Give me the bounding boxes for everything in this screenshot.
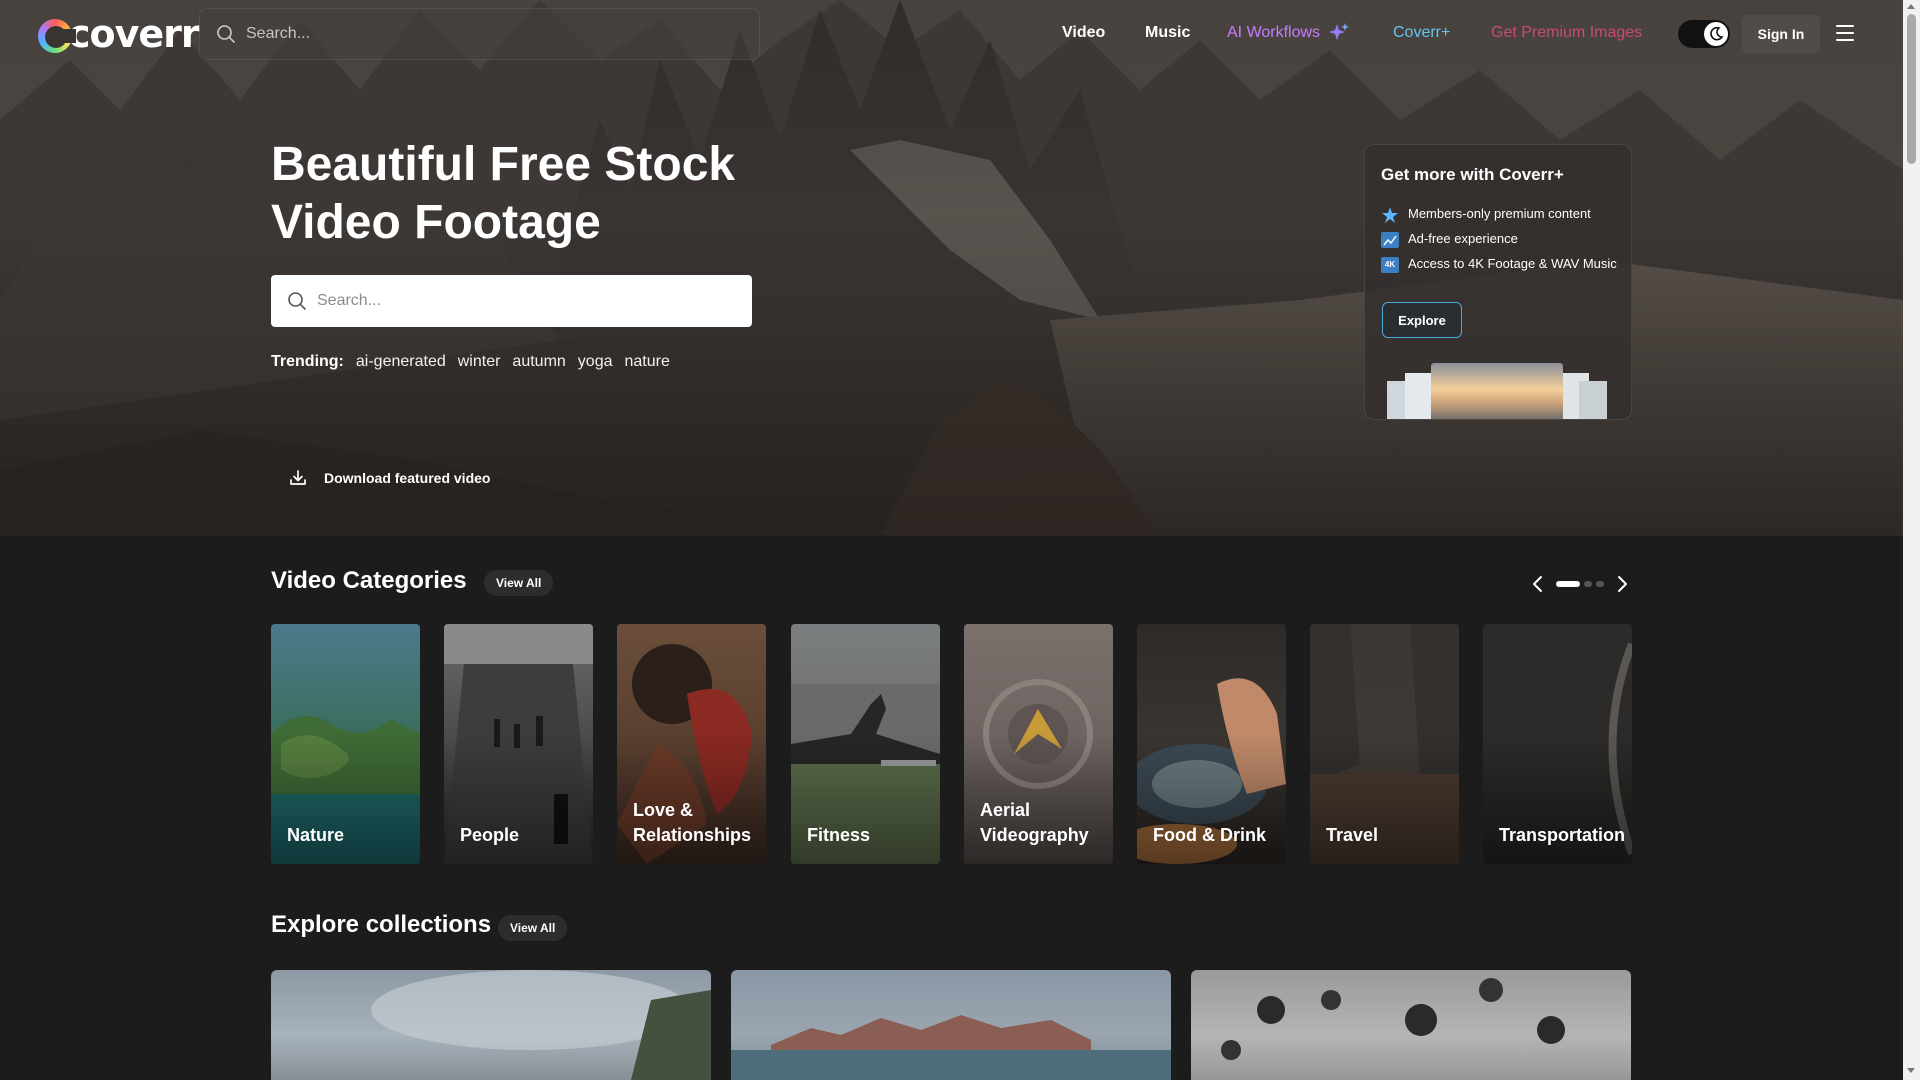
category-label: Food & Drink — [1153, 825, 1266, 845]
category-card-travel[interactable]: Travel — [1310, 624, 1459, 864]
coverr-plus-promo-card: Get more with Coverr+ Members-only premi… — [1364, 144, 1632, 420]
scrollbar-thumb[interactable] — [1907, 14, 1916, 164]
categories-carousel-nav — [1530, 572, 1630, 596]
promo-item-text: Access to 4K Footage & WAV Music — [1408, 256, 1617, 271]
coverr-logo[interactable]: coverr — [38, 12, 200, 56]
hero-title-line1: Beautiful Free Stock — [271, 138, 736, 191]
scroll-up-arrow-icon[interactable] — [1907, 4, 1915, 9]
video-categories-title: Video Categories — [271, 567, 467, 594]
top-navigation: coverr Video Music AI Workflows Coverr+ … — [0, 0, 1903, 68]
nav-coverr-plus[interactable]: Coverr+ — [1393, 24, 1450, 42]
sparkles-icon — [1329, 23, 1350, 40]
category-label: Fitness — [807, 825, 871, 845]
category-card-food-drink[interactable]: Food & Drink — [1137, 624, 1286, 864]
nav-ai-workflows-label: AI Workflows — [1227, 24, 1321, 41]
hero-title-line2: Video Footage — [271, 196, 601, 249]
categories-view-all-button[interactable]: View All — [484, 570, 554, 596]
category-label: People — [460, 825, 520, 845]
trending-tag[interactable]: yoga — [578, 353, 613, 371]
promo-item-text: Ad-free experience — [1408, 231, 1518, 246]
search-icon — [288, 292, 306, 310]
theme-toggle[interactable] — [1678, 20, 1730, 48]
4k-icon: 4K — [1381, 257, 1399, 273]
chevron-left-icon[interactable] — [1530, 574, 1546, 594]
promo-preview-thumbnails — [1387, 363, 1607, 419]
collection-thumbnail — [1221, 978, 1565, 1060]
trending-label: Trending: — [271, 353, 344, 370]
hamburger-menu-icon[interactable] — [1836, 25, 1854, 41]
category-card-people[interactable]: People — [444, 624, 593, 864]
carousel-dot[interactable] — [1556, 581, 1580, 587]
hero-title: Beautiful Free Stock Video Footage — [271, 136, 791, 252]
category-label: Nature — [287, 825, 345, 845]
trending-tag[interactable]: nature — [625, 353, 670, 371]
header-search-input[interactable] — [246, 25, 726, 43]
category-card-transportation[interactable]: Transportation — [1483, 624, 1632, 864]
nav-ai-workflows[interactable]: AI Workflows — [1227, 22, 1350, 44]
collections-view-all-button[interactable]: View All — [498, 915, 568, 941]
scroll-down-arrow-icon[interactable] — [1907, 1068, 1915, 1073]
download-featured-video-button[interactable]: Download featured video — [288, 468, 490, 488]
category-label: Travel — [1326, 825, 1379, 845]
star-badge-icon — [1381, 207, 1399, 223]
collection-thumbnail — [731, 1015, 1171, 1080]
trending-tag[interactable]: autumn — [512, 353, 565, 371]
moon-icon — [1704, 22, 1728, 46]
nav-music[interactable]: Music — [1145, 24, 1190, 42]
promo-item: Members-only premium content — [1381, 207, 1621, 223]
collection-card[interactable] — [1191, 970, 1631, 1080]
carousel-dot[interactable] — [1584, 581, 1592, 587]
ad-free-icon — [1381, 232, 1399, 248]
promo-item-text: Members-only premium content — [1408, 206, 1591, 221]
category-label: Love & Relationships — [633, 800, 752, 845]
sign-in-button[interactable]: Sign In — [1742, 15, 1820, 53]
collection-card[interactable] — [271, 970, 711, 1080]
header-search-bar[interactable] — [199, 8, 760, 60]
trending-tag[interactable]: winter — [458, 353, 501, 371]
category-card-love-relationships[interactable]: Love & Relationships — [617, 624, 766, 864]
chevron-right-icon[interactable] — [1614, 574, 1630, 594]
download-featured-label: Download featured video — [324, 470, 491, 486]
category-card-fitness[interactable]: Fitness — [791, 624, 940, 864]
hero-search-bar[interactable] — [271, 275, 752, 327]
nav-premium-images[interactable]: Get Premium Images — [1491, 24, 1642, 42]
category-card-aerial-videography[interactable]: Aerial Videography — [964, 624, 1113, 864]
promo-item: 4K Access to 4K Footage & WAV Music — [1381, 257, 1621, 273]
category-label: Transportation — [1499, 825, 1626, 845]
page-scrollbar[interactable] — [1903, 0, 1920, 1080]
hero-search-input[interactable] — [317, 292, 737, 310]
carousel-pagination — [1556, 581, 1604, 587]
category-card-nature[interactable]: Nature — [271, 624, 420, 864]
trending-tags: Trending: ai-generated winter autumn yog… — [271, 353, 670, 371]
promo-benefits-list: Members-only premium content Ad-free exp… — [1381, 207, 1621, 282]
hero-section: coverr Video Music AI Workflows Coverr+ … — [0, 0, 1903, 536]
promo-explore-button[interactable]: Explore — [1382, 302, 1462, 338]
logo-mark-icon — [38, 19, 76, 53]
logo-text: coverr — [68, 12, 200, 56]
search-icon — [217, 25, 235, 43]
carousel-dot[interactable] — [1596, 581, 1604, 587]
collection-card[interactable] — [731, 970, 1171, 1080]
promo-item: Ad-free experience — [1381, 232, 1621, 248]
collection-thumbnail — [371, 970, 711, 1080]
download-icon — [290, 470, 306, 485]
category-label: Aerial Videography — [980, 800, 1089, 845]
explore-collections-title: Explore collections — [271, 911, 492, 938]
nav-video[interactable]: Video — [1062, 24, 1105, 42]
trending-tag[interactable]: ai-generated — [356, 353, 446, 371]
promo-title: Get more with Coverr+ — [1381, 165, 1564, 184]
